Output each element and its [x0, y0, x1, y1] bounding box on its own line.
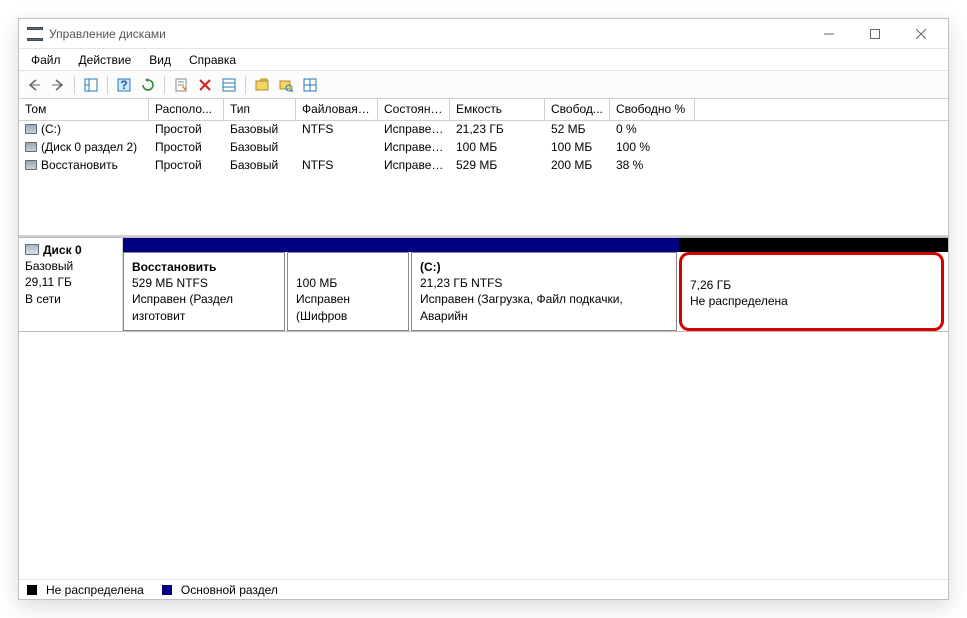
new-button[interactable]: [251, 74, 273, 96]
volume-icon: [25, 124, 37, 134]
settings-button[interactable]: [218, 74, 240, 96]
back-button[interactable]: [23, 74, 45, 96]
properties-button[interactable]: [170, 74, 192, 96]
menu-action[interactable]: Действие: [71, 51, 140, 69]
col-type[interactable]: Тип: [224, 99, 296, 120]
close-button[interactable]: [898, 19, 944, 48]
volume-status: Исправен...: [378, 157, 450, 175]
maximize-button[interactable]: [852, 19, 898, 48]
disk-icon: [25, 244, 39, 255]
delete-button[interactable]: [194, 74, 216, 96]
menu-bar: Файл Действие Вид Справка: [19, 49, 948, 71]
title-bar[interactable]: Управление дисками: [19, 19, 948, 49]
disk-graphical-view: Диск 0 Базовый 29,11 ГБ В сети Восстанов…: [19, 237, 948, 332]
help-button[interactable]: ?: [113, 74, 135, 96]
show-hide-tree-button[interactable]: [80, 74, 102, 96]
partition-color-strip: [123, 238, 948, 252]
partition-box[interactable]: Восстановить 529 МБ NTFS Исправен (Разде…: [123, 252, 285, 331]
menu-help[interactable]: Справка: [181, 51, 244, 69]
partition-size: 529 МБ NTFS: [132, 276, 208, 290]
legend: Не распределена Основной раздел: [19, 579, 948, 599]
col-layout[interactable]: Располо...: [149, 99, 224, 120]
legend-swatch-primary: [162, 585, 172, 595]
refresh-button[interactable]: [137, 74, 159, 96]
col-capacity[interactable]: Емкость: [450, 99, 545, 120]
legend-primary: Основной раздел: [181, 583, 278, 597]
partition-size: 7,26 ГБ: [690, 278, 731, 292]
partition-status: Исправен (Раздел изготовит: [132, 292, 233, 322]
volume-status: Исправен...: [378, 121, 450, 139]
disk-size: 29,11 ГБ: [25, 274, 116, 290]
volume-icon: [25, 160, 37, 170]
volume-fs: NTFS: [296, 157, 378, 175]
disk-status: В сети: [25, 291, 116, 307]
partition-size: 21,23 ГБ NTFS: [420, 276, 502, 290]
volume-icon: [25, 142, 37, 152]
partition-status: Исправен (Шифров: [296, 292, 350, 322]
volume-name: Восстановить: [41, 158, 118, 172]
partition-title: (C:): [420, 260, 441, 274]
partition-status: Исправен (Загрузка, Файл подкачки, Авари…: [420, 292, 623, 322]
disk-header[interactable]: Диск 0 Базовый 29,11 ГБ В сети: [19, 238, 123, 331]
disk-type: Базовый: [25, 258, 116, 274]
list-button[interactable]: [299, 74, 321, 96]
window-title: Управление дисками: [49, 27, 166, 41]
volume-free: 200 МБ: [545, 157, 610, 175]
list-item[interactable]: (Диск 0 раздел 2) Простой Базовый Исправ…: [19, 139, 948, 157]
col-status[interactable]: Состояние: [378, 99, 450, 120]
volume-capacity: 100 МБ: [450, 139, 545, 157]
list-item[interactable]: (C:) Простой Базовый NTFS Исправен... 21…: [19, 121, 948, 139]
minimize-button[interactable]: [806, 19, 852, 48]
partition-box[interactable]: 100 МБ Исправен (Шифров: [287, 252, 409, 331]
volume-list: Том Располо... Тип Файловая с... Состоян…: [19, 99, 948, 237]
partition-size: 100 МБ: [296, 276, 337, 290]
col-filesystem[interactable]: Файловая с...: [296, 99, 378, 120]
partition-title: Восстановить: [132, 260, 216, 274]
col-volume[interactable]: Том: [19, 99, 149, 120]
volume-type: Базовый: [224, 121, 296, 139]
app-icon: [27, 27, 43, 41]
volume-capacity: 21,23 ГБ: [450, 121, 545, 139]
volume-free: 100 МБ: [545, 139, 610, 157]
partition-box-unallocated[interactable]: 7,26 ГБ Не распределена: [679, 252, 944, 331]
volume-type: Базовый: [224, 139, 296, 157]
legend-unallocated: Не распределена: [46, 583, 144, 597]
partition-box[interactable]: (C:) 21,23 ГБ NTFS Исправен (Загрузка, Ф…: [411, 252, 677, 331]
forward-button[interactable]: [47, 74, 69, 96]
column-headers: Том Располо... Тип Файловая с... Состоян…: [19, 99, 948, 121]
volume-name: (Диск 0 раздел 2): [41, 140, 137, 154]
volume-freepct: 0 %: [610, 121, 695, 139]
volume-type: Базовый: [224, 157, 296, 175]
menu-view[interactable]: Вид: [141, 51, 179, 69]
volume-list-body: (C:) Простой Базовый NTFS Исправен... 21…: [19, 121, 948, 235]
col-free[interactable]: Свобод...: [545, 99, 610, 120]
list-item[interactable]: Восстановить Простой Базовый NTFS Исправ…: [19, 157, 948, 175]
find-button[interactable]: [275, 74, 297, 96]
svg-text:?: ?: [120, 78, 127, 92]
col-freepct[interactable]: Свободно %: [610, 99, 695, 120]
menu-file[interactable]: Файл: [23, 51, 69, 69]
volume-layout: Простой: [149, 139, 224, 157]
volume-freepct: 38 %: [610, 157, 695, 175]
toolbar: ?: [19, 71, 948, 99]
volume-name: (C:): [41, 122, 61, 136]
disk-name: Диск 0: [43, 243, 82, 257]
volume-status: Исправен...: [378, 139, 450, 157]
partition-status: Не распределена: [690, 294, 788, 308]
volume-fs: [296, 139, 378, 157]
volume-free: 52 МБ: [545, 121, 610, 139]
volume-capacity: 529 МБ: [450, 157, 545, 175]
volume-layout: Простой: [149, 121, 224, 139]
window-frame: Управление дисками Файл Действие Вид Спр…: [18, 18, 949, 600]
volume-freepct: 100 %: [610, 139, 695, 157]
legend-swatch-unallocated: [27, 585, 37, 595]
volume-layout: Простой: [149, 157, 224, 175]
empty-area: [19, 332, 948, 579]
volume-fs: NTFS: [296, 121, 378, 139]
